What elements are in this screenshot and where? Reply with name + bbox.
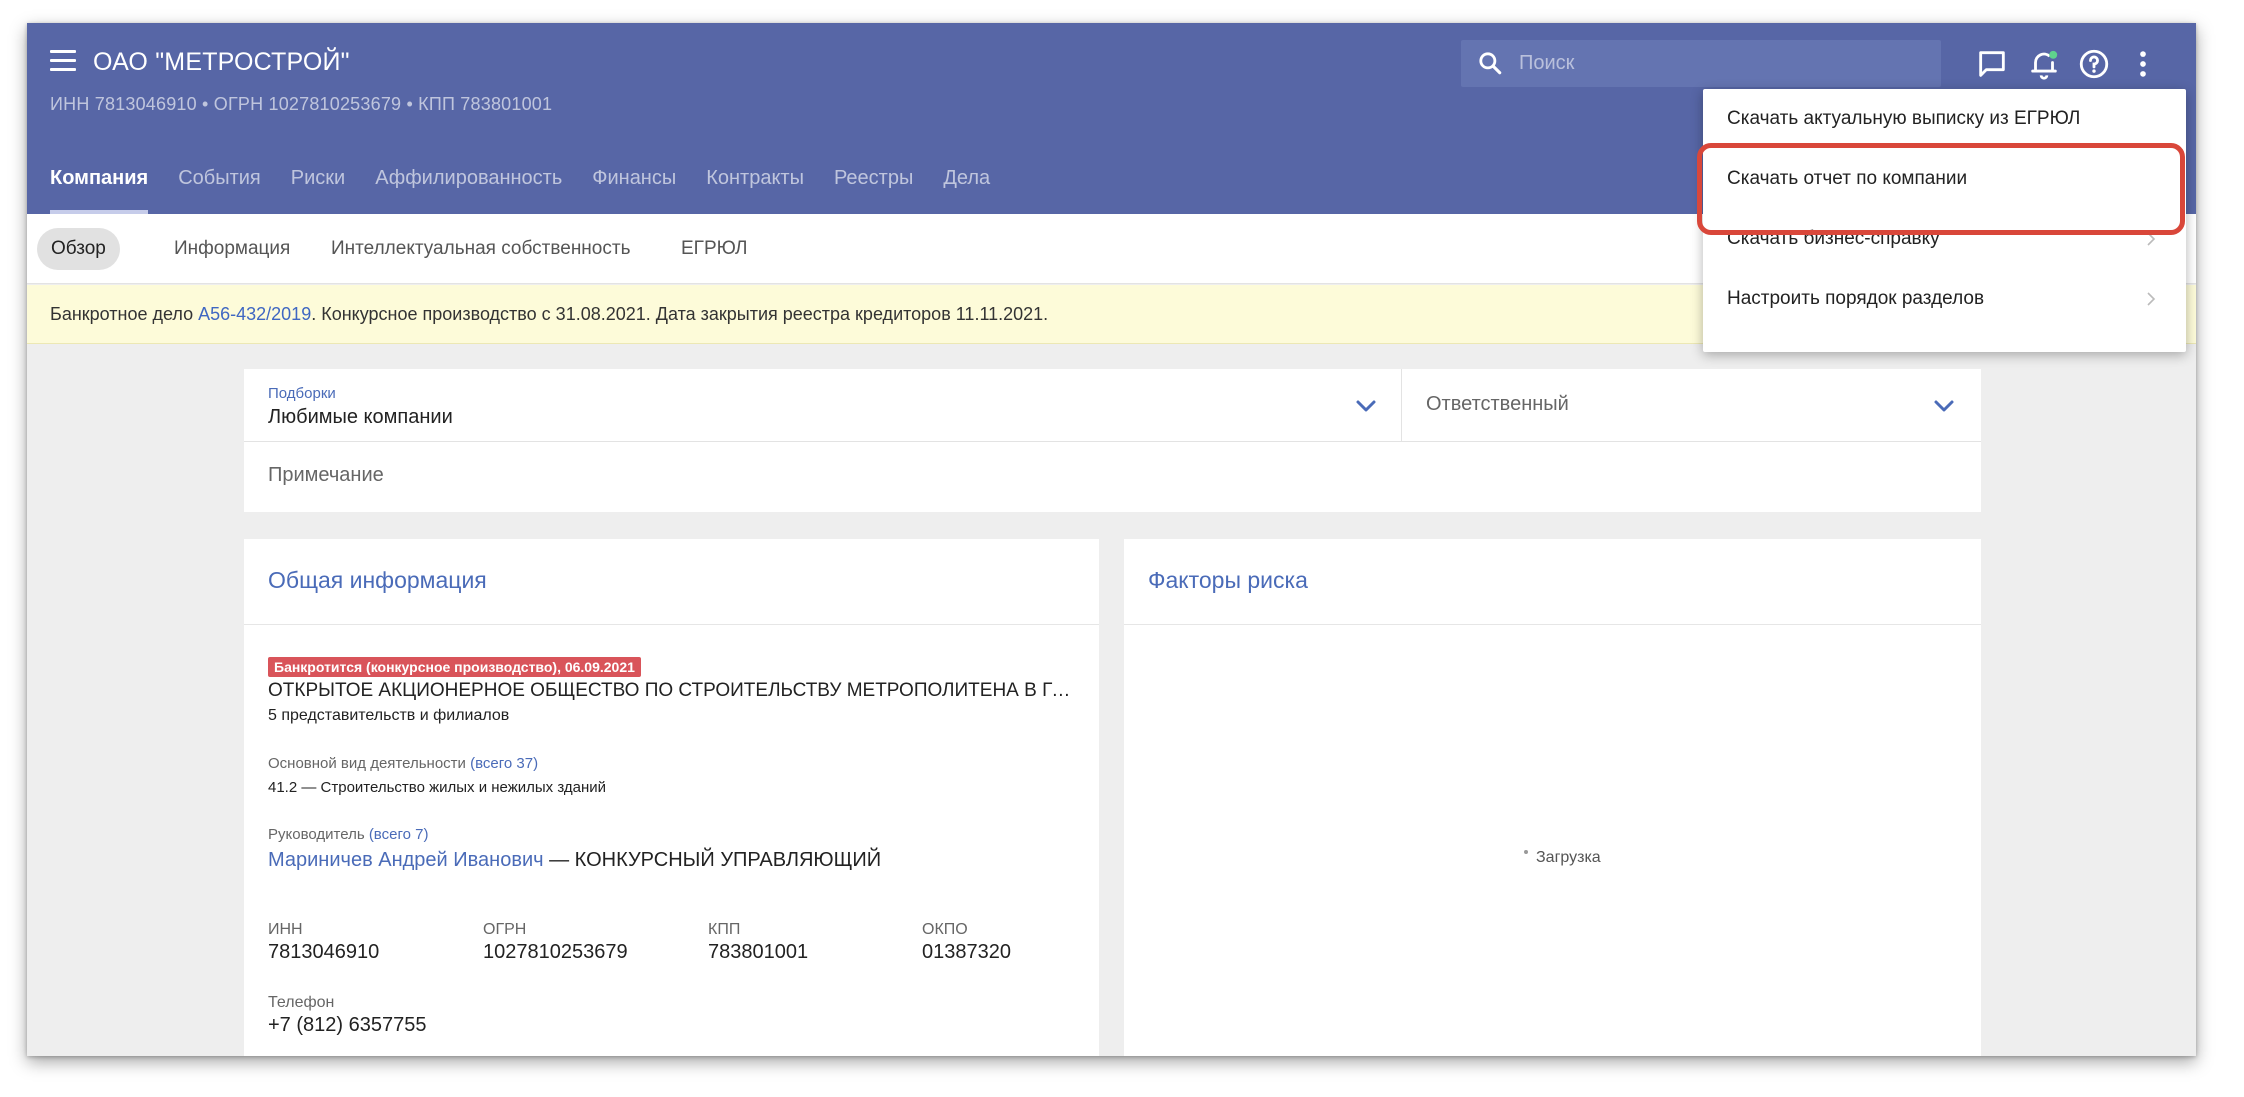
- subtab-overview[interactable]: Обзор: [37, 228, 120, 270]
- risk-factors-card: Факторы риска Загрузка: [1124, 539, 1981, 1056]
- okpo-label: ОКПО: [922, 921, 968, 938]
- head-total-link[interactable]: (всего 7): [369, 826, 429, 843]
- more-vertical-icon[interactable]: [2126, 47, 2160, 81]
- general-info-title[interactable]: Общая информация: [268, 567, 487, 594]
- divider: [1124, 624, 1981, 625]
- search-icon: [1479, 52, 1502, 75]
- general-info-card: Общая информация Банкротится (конкурсное…: [244, 539, 1099, 1056]
- head-role: — КОНКУРСНЫЙ УПРАВЛЯЮЩИЙ: [543, 849, 882, 871]
- ogrn-label: ОГРН: [483, 921, 527, 938]
- company-name: ОАО "МЕТРОСТРОЙ": [93, 48, 350, 76]
- chevron-down-icon: [1356, 400, 1376, 412]
- tab-cases[interactable]: Дела: [943, 167, 990, 214]
- menu-item-download-company-report[interactable]: Скачать отчет по компании: [1703, 149, 2186, 209]
- note-placeholder: Примечание: [268, 464, 384, 486]
- loading-text: Загрузка: [1536, 849, 1601, 866]
- head-label: Руководитель (всего 7): [268, 826, 429, 843]
- inn-label: ИНН: [268, 921, 303, 938]
- tab-risks[interactable]: Риски: [291, 167, 345, 214]
- spinner-icon: [1524, 850, 1528, 854]
- branches-link[interactable]: 5 представительств и филиалов: [268, 707, 509, 725]
- responsible-select[interactable]: Ответственный: [1402, 369, 1981, 441]
- collections-select[interactable]: Подборки Любимые компании: [244, 369, 1401, 441]
- menu-item-download-egrul-extract[interactable]: Скачать актуальную выписку из ЕГРЮЛ: [1703, 89, 2186, 149]
- okpo-value: 01387320: [922, 941, 1011, 963]
- bell-icon[interactable]: [2027, 47, 2061, 81]
- menu-item-configure-sections-order[interactable]: Настроить порядок разделов: [1703, 269, 2186, 329]
- kpp-value: 783801001: [708, 941, 809, 963]
- subtab-intellectual-property[interactable]: Интеллектуальная собственность: [317, 228, 644, 270]
- divider: [244, 624, 1099, 625]
- collections-value: Любимые компании: [268, 406, 453, 428]
- responsible-placeholder: Ответственный: [1426, 393, 1569, 415]
- message-icon[interactable]: [1975, 47, 2009, 81]
- search-box[interactable]: [1461, 40, 1941, 87]
- kpp-label: КПП: [708, 921, 741, 938]
- ogrn-value: 1027810253679: [483, 941, 628, 963]
- company-ids: ИНН 7813046910 • ОГРН 1027810253679 • КП…: [50, 94, 553, 114]
- filters-card: Подборки Любимые компании Ответственный …: [244, 369, 1981, 512]
- collections-label: Подборки: [268, 385, 336, 402]
- phone-value: +7 (812) 6357755: [268, 1014, 427, 1036]
- more-actions-menu: Скачать актуальную выписку из ЕГРЮЛ Скач…: [1703, 89, 2186, 352]
- head-name-link[interactable]: Мариничев Андрей Иванович: [268, 849, 544, 871]
- hamburger-menu-icon[interactable]: [50, 50, 76, 72]
- chevron-down-icon: [1934, 400, 1954, 412]
- risk-factors-title[interactable]: Факторы риска: [1148, 567, 1308, 594]
- head-info: Мариничев Андрей Иванович — КОНКУРСНЫЙ У…: [268, 849, 881, 872]
- company-full-name: ОТКРЫТОЕ АКЦИОНЕРНОЕ ОБЩЕСТВО ПО СТРОИТЕ…: [268, 680, 1078, 701]
- chevron-right-icon: [2147, 292, 2156, 306]
- bankruptcy-case-link[interactable]: А56-432/2019: [198, 304, 311, 324]
- tab-affiliation[interactable]: Аффилированность: [375, 167, 562, 214]
- tab-company[interactable]: Компания: [50, 167, 149, 214]
- subtab-information[interactable]: Информация: [160, 228, 304, 270]
- phone-label: Телефон: [268, 994, 335, 1011]
- status-badge: Банкротится (конкурсное производство), 0…: [268, 657, 641, 677]
- banner-text: . Конкурсное производство с 31.08.2021. …: [311, 304, 1049, 324]
- tab-contracts[interactable]: Контракты: [706, 167, 804, 214]
- activity-value: 41.2 — Строительство жилых и нежилых зда…: [268, 779, 607, 796]
- activity-label: Основной вид деятельности (всего 37): [268, 755, 539, 772]
- tab-finance[interactable]: Финансы: [592, 167, 676, 214]
- search-input[interactable]: [1519, 40, 1919, 87]
- help-icon[interactable]: [2077, 47, 2111, 81]
- tab-events[interactable]: События: [178, 167, 261, 214]
- main-tabs: Компания События Риски Аффилированность …: [50, 167, 1020, 214]
- activity-total-link[interactable]: (всего 37): [470, 755, 538, 772]
- chevron-right-icon: [2147, 232, 2156, 246]
- note-field[interactable]: Примечание: [244, 442, 1981, 512]
- menu-item-download-business-reference[interactable]: Скачать бизнес-справку: [1703, 209, 2186, 269]
- app-window: ОАО "МЕТРОСТРОЙ" ИНН 7813046910 • ОГРН 1…: [27, 23, 2196, 1056]
- tab-registries[interactable]: Реестры: [834, 167, 913, 214]
- loading-indicator: Загрузка: [1524, 849, 1601, 867]
- subtab-egrul[interactable]: ЕГРЮЛ: [667, 228, 761, 270]
- inn-value: 7813046910: [268, 941, 380, 963]
- banner-prefix: Банкротное дело: [50, 304, 199, 324]
